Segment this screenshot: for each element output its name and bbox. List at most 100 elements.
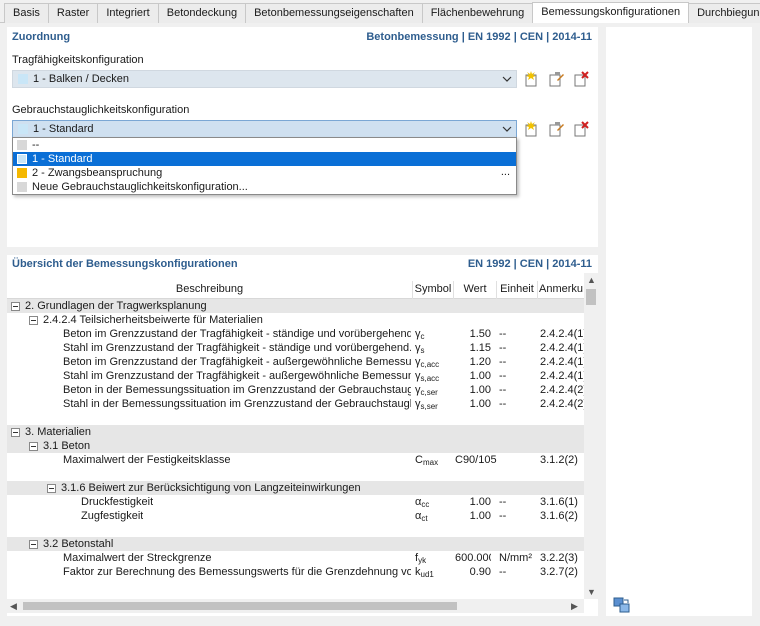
table-row[interactable]: Stahl in der Bemessungssituation im Gren… [7, 397, 584, 411]
row-description: Maximalwert der Streckgrenze [63, 552, 212, 564]
table-row[interactable]: 2. Grundlagen der Tragwerksplanung [7, 299, 584, 313]
tab-raster[interactable]: Raster [47, 3, 99, 23]
dropdown-item-zwangsbeanspruchung[interactable]: 2 - Zwangsbeanspruchung ... [13, 166, 516, 180]
table-row[interactable]: Beton im Grenzzustand der Tragfähigkeit … [7, 355, 584, 369]
row-value[interactable]: 1.00 [455, 495, 491, 509]
sync-icon [613, 597, 630, 613]
tab-betonbemessungseigenschaften[interactable]: Betonbemessungseigenschaften [245, 3, 423, 23]
dropdown-item-label: 2 - Zwangsbeanspruchung [32, 167, 163, 179]
row-description: 2. Grundlagen der Tragwerksplanung [25, 300, 207, 312]
color-swatch-icon [17, 182, 27, 192]
horizontal-scrollbar[interactable]: ◀ ▶ [7, 599, 584, 613]
new-uls-config-button[interactable] [520, 69, 542, 89]
table-row[interactable]: Maximalwert der Streckgrenze fyk 600.000… [7, 551, 584, 565]
overview-panel: Übersicht der Bemessungskonfigurationen … [7, 255, 598, 616]
row-value[interactable]: 1.00 [455, 509, 491, 523]
column-header-symbol[interactable]: Symbol [413, 283, 453, 295]
column-divider[interactable] [537, 281, 538, 299]
symbol-subscript: ct [421, 514, 428, 523]
dropdown-item-none[interactable]: -- [13, 138, 516, 152]
collapse-icon[interactable] [29, 316, 38, 325]
table-row[interactable]: 3.1.6 Beiwert zur Berücksichtigung von L… [7, 481, 584, 495]
side-panel [606, 27, 752, 616]
vertical-scroll-thumb[interactable] [586, 289, 596, 305]
symbol-subscript: s,acc [420, 374, 440, 383]
row-value[interactable]: 1.15 [455, 341, 491, 355]
tab-integriert[interactable]: Integriert [97, 3, 159, 23]
dropdown-item-new-config[interactable]: Neue Gebrauchstauglichkeitskonfiguration… [13, 180, 516, 194]
row-note: 3.1.2(2) [540, 454, 578, 466]
edit-document-icon [549, 72, 564, 87]
collapse-icon[interactable] [11, 302, 20, 311]
row-value[interactable]: 1.20 [455, 355, 491, 369]
table-row[interactable]: 2.4.2.4 Teilsicherheitsbeiwerte für Mate… [7, 313, 584, 327]
row-value[interactable]: 600.000 [455, 551, 491, 565]
delete-sls-config-button[interactable] [570, 119, 592, 139]
tab-betondeckung[interactable]: Betondeckung [157, 3, 247, 23]
scroll-left-icon[interactable]: ◀ [10, 601, 17, 612]
table-row[interactable]: 3. Materialien [7, 425, 584, 439]
tab-flaechenbewehrung[interactable]: Flächenbewehrung [421, 3, 534, 23]
tab-durchbiegung[interactable]: Durchbiegung [688, 3, 760, 23]
column-header-description[interactable]: Beschreibung [7, 283, 412, 295]
table-row[interactable]: Faktor zur Berechnung des Bemessungswert… [7, 565, 584, 579]
edit-sls-config-button[interactable] [545, 119, 567, 139]
row-value[interactable]: 1.00 [455, 397, 491, 411]
column-header-value[interactable]: Wert [454, 283, 496, 295]
edit-uls-config-button[interactable] [545, 69, 567, 89]
sls-config-select[interactable]: 1 - Standard [12, 120, 517, 138]
collapse-icon[interactable] [47, 484, 56, 493]
delete-uls-config-button[interactable] [570, 69, 592, 89]
horizontal-scroll-thumb[interactable] [23, 602, 457, 610]
row-description: Beton in der Bemessungssituation im Gren… [63, 384, 411, 396]
table-row[interactable]: Stahl im Grenzzustand der Tragfähigkeit … [7, 369, 584, 383]
row-note: 2.4.2.4(2) [540, 398, 584, 410]
collapse-icon[interactable] [29, 540, 38, 549]
uls-config-select[interactable]: 1 - Balken / Decken [12, 70, 517, 88]
column-header-note[interactable]: Anmerku [539, 283, 584, 295]
table-row[interactable]: Stahl im Grenzzustand der Tragfähigkeit … [7, 341, 584, 355]
more-button[interactable]: ... [501, 166, 510, 178]
row-note: 2.4.2.4(1) [540, 342, 584, 354]
new-document-icon [525, 71, 537, 87]
sls-config-value: 1 - Standard [33, 123, 94, 135]
delete-document-icon [574, 121, 589, 137]
scroll-up-icon[interactable]: ▲ [587, 275, 596, 285]
row-value[interactable]: 0.90 [455, 565, 491, 579]
row-description: Beton im Grenzzustand der Tragfähigkeit … [63, 356, 411, 368]
table-row-spacer [7, 467, 584, 481]
row-unit: -- [499, 398, 507, 410]
row-unit: -- [499, 328, 507, 340]
row-value[interactable]: 1.50 [455, 327, 491, 341]
column-header-unit[interactable]: Einheit [497, 283, 537, 295]
row-note: 3.1.6(2) [540, 510, 578, 522]
table-body: 2. Grundlagen der Tragwerksplanung 2.4.2… [7, 299, 584, 599]
collapse-icon[interactable] [29, 442, 38, 451]
row-value[interactable]: 1.00 [455, 369, 491, 383]
row-value[interactable]: C90/105 [455, 453, 497, 467]
table-row[interactable]: 3.1 Beton [7, 439, 584, 453]
table-row[interactable]: Zugfestigkeit αct 1.00 -- 3.1.6(2) [7, 509, 584, 523]
table-row[interactable]: Maximalwert der Festigkeitsklasse Cmax C… [7, 453, 584, 467]
row-value[interactable]: 1.00 [455, 383, 491, 397]
vertical-scrollbar[interactable]: ▲ ▼ [584, 273, 598, 599]
table-row[interactable]: 3.2 Betonstahl [7, 537, 584, 551]
chevron-down-icon[interactable] [502, 74, 512, 84]
row-description: Stahl im Grenzzustand der Tragfähigkeit … [63, 342, 411, 354]
table-row[interactable]: Beton im Grenzzustand der Tragfähigkeit … [7, 327, 584, 341]
tab-bemessungskonfigurationen[interactable]: Bemessungskonfigurationen [532, 2, 690, 23]
table-row[interactable]: Druckfestigkeit αcc 1.00 -- 3.1.6(1) [7, 495, 584, 509]
table-header: Beschreibung Symbol Wert Einheit Anmerku [7, 281, 584, 299]
table-row[interactable]: Beton in der Bemessungssituation im Gren… [7, 383, 584, 397]
row-note: 2.4.2.4(1) [540, 328, 584, 340]
dropdown-item-standard[interactable]: 1 - Standard [13, 152, 516, 166]
scroll-down-icon[interactable]: ▼ [587, 587, 596, 597]
chevron-down-icon[interactable] [502, 124, 512, 134]
row-note: 2.4.2.4(2) [540, 384, 584, 396]
tab-basis[interactable]: Basis [4, 3, 49, 23]
collapse-icon[interactable] [11, 428, 20, 437]
sync-settings-button[interactable] [612, 596, 632, 614]
new-sls-config-button[interactable] [520, 119, 542, 139]
dropdown-item-label: 1 - Standard [32, 153, 93, 165]
scroll-right-icon[interactable]: ▶ [571, 601, 578, 612]
